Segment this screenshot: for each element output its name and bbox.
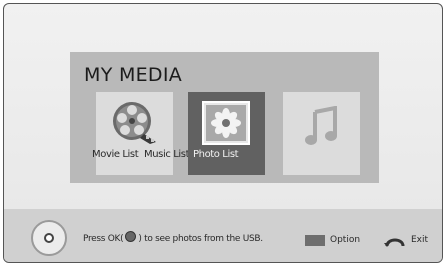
help-text-after: ) to see photos from the USB. (138, 234, 263, 244)
help-bar: Press OK( ) to see photos from the USB. O… (4, 209, 442, 262)
help-text-before: Press OK( (83, 234, 124, 244)
tile-label-photo-list: Photo List (193, 149, 239, 160)
exit-label: Exit (411, 235, 429, 245)
my-media-panel: MY MEDIA Movie List Music List Photo Lis… (70, 52, 379, 183)
help-text: Press OK( ) to see photos from the USB. (83, 231, 263, 244)
music-note-icon (305, 106, 337, 145)
tile-photo-list[interactable]: Photo List (188, 92, 265, 175)
option-key-icon[interactable] (305, 235, 325, 246)
tile-label-music-list: Music List (144, 149, 190, 160)
exit-return-icon[interactable] (384, 235, 406, 247)
ok-button-icon (125, 231, 137, 242)
tile-music[interactable] (283, 92, 360, 175)
page-title: MY MEDIA (84, 64, 183, 86)
tile-movie-list[interactable]: Movie List Music List (92, 92, 190, 175)
tile-label-movie-list: Movie List (92, 149, 139, 160)
remote-ok-icon (31, 220, 67, 256)
option-label: Option (330, 235, 361, 245)
tv-screen: MY MEDIA Movie List Music List Photo Lis… (3, 3, 443, 263)
film-reel-icon (113, 102, 156, 144)
flower-photo-icon (202, 101, 250, 145)
